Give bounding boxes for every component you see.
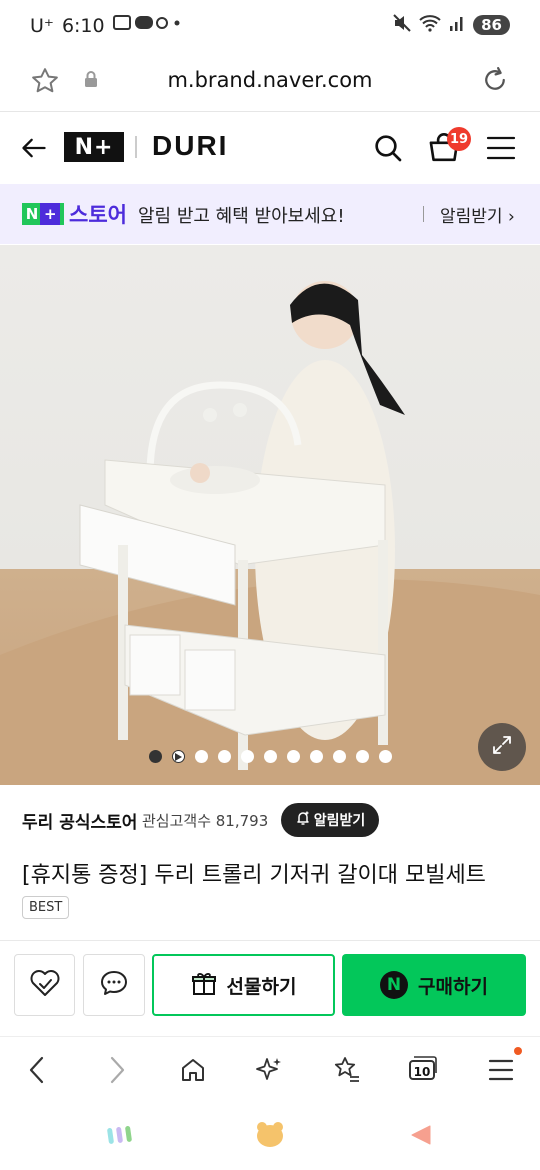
bell-plus-icon xyxy=(295,810,311,830)
best-badge: BEST xyxy=(22,896,70,919)
store-name-link[interactable]: 두리 공식스토어 xyxy=(22,808,137,833)
system-dock xyxy=(0,1102,540,1170)
chat-bubble-icon xyxy=(99,968,129,1002)
nav-tabs-icon[interactable]: 10 xyxy=(406,1053,440,1087)
carousel-dot[interactable] xyxy=(355,750,369,763)
nav-bookmark-list-icon[interactable] xyxy=(330,1053,364,1087)
signal-icon xyxy=(449,15,465,35)
carousel-dot[interactable] xyxy=(240,750,254,763)
mute-icon xyxy=(393,14,411,36)
browser-bottom-nav: 10 xyxy=(0,1036,540,1102)
back-arrow-icon[interactable] xyxy=(20,134,48,166)
app-launcher-icon[interactable] xyxy=(106,1124,136,1152)
gift-box-icon xyxy=(191,970,217,1001)
browser-url-bar: m.brand.naver.com xyxy=(0,52,540,112)
reload-icon[interactable] xyxy=(480,65,510,99)
store-alarm-button[interactable]: 알림받기 xyxy=(281,803,379,837)
product-photo xyxy=(0,281,540,785)
naver-pay-icon: N xyxy=(380,971,409,999)
carousel-video-dot[interactable] xyxy=(171,750,185,763)
notification-promo-banner[interactable]: N + 스토어 알림 받고 혜택 받아보세요! 알림받기 › xyxy=(0,184,540,244)
menu-notification-dot xyxy=(514,1047,522,1055)
tab-count: 10 xyxy=(413,1065,431,1079)
status-right: 86 xyxy=(393,14,510,36)
product-title: [휴지통 증정] 두리 트롤리 기저귀 갈이대 모빌세트 xyxy=(22,863,486,888)
wifi-icon xyxy=(419,14,441,36)
carousel-dot[interactable] xyxy=(148,750,162,763)
promo-subscribe-link[interactable]: 알림받기 › xyxy=(440,202,515,227)
promo-divider xyxy=(423,206,424,222)
nav-forward-icon[interactable] xyxy=(100,1053,134,1087)
store-header: N+ DURI 19 xyxy=(0,112,540,184)
expand-arrows-icon xyxy=(491,734,513,760)
brand-name[interactable]: DURI xyxy=(152,130,228,162)
store-alarm-label: 알림받기 xyxy=(313,813,366,829)
battery-level: 86 xyxy=(473,15,510,35)
nav-back-icon[interactable] xyxy=(20,1053,54,1087)
nav-menu-icon[interactable] xyxy=(484,1053,518,1087)
carousel-dot[interactable] xyxy=(194,750,208,763)
url-text[interactable]: m.brand.naver.com xyxy=(0,68,540,92)
notification-icons xyxy=(112,14,183,37)
promo-message: 알림 받고 혜택 받아보세요! xyxy=(138,206,345,227)
promo-store-label: 스토어 xyxy=(69,203,127,227)
naver-plus-logo[interactable]: N+ xyxy=(64,132,124,162)
nav-home-icon[interactable] xyxy=(176,1053,210,1087)
bear-face-icon[interactable] xyxy=(255,1120,285,1152)
carousel-dot[interactable] xyxy=(263,750,277,763)
nav-sparkle-icon[interactable] xyxy=(252,1053,286,1087)
back-triangle-icon[interactable] xyxy=(410,1124,432,1150)
carousel-dot[interactable] xyxy=(217,750,231,763)
carousel-dot[interactable] xyxy=(378,750,392,763)
promo-logo-n: N xyxy=(25,205,39,223)
carousel-dot[interactable] xyxy=(309,750,323,763)
section-divider xyxy=(0,940,540,941)
status-bar: U⁺ 6:10 86 xyxy=(0,0,540,52)
carousel-dot[interactable] xyxy=(332,750,346,763)
search-icon[interactable] xyxy=(372,132,404,168)
carrier-label: U⁺ xyxy=(30,14,54,37)
product-image-carousel[interactable] xyxy=(0,245,540,785)
expand-image-button[interactable] xyxy=(478,723,526,771)
buy-button[interactable]: N 구매하기 xyxy=(342,954,526,1016)
clock: 6:10 xyxy=(61,14,105,37)
gift-button[interactable]: 선물하기 xyxy=(152,954,335,1016)
carousel-dot[interactable] xyxy=(286,750,300,763)
buy-label: 구매하기 xyxy=(418,975,488,998)
carousel-dots[interactable] xyxy=(0,750,540,763)
status-left: U⁺ 6:10 xyxy=(30,14,183,37)
talk-inquiry-button[interactable] xyxy=(83,954,145,1016)
naver-plus-store-logo: N + xyxy=(22,203,64,225)
cart-count-badge: 19 xyxy=(447,127,471,151)
brand-divider xyxy=(135,136,137,158)
heart-check-icon xyxy=(29,968,61,1002)
wishlist-button[interactable] xyxy=(14,954,75,1016)
menu-hamburger-icon[interactable] xyxy=(486,134,516,166)
play-icon xyxy=(174,752,182,761)
followers-count: 관심고객수 81,793 xyxy=(142,812,269,830)
promo-logo-plus: + xyxy=(40,203,61,225)
gift-label: 선물하기 xyxy=(226,975,297,998)
